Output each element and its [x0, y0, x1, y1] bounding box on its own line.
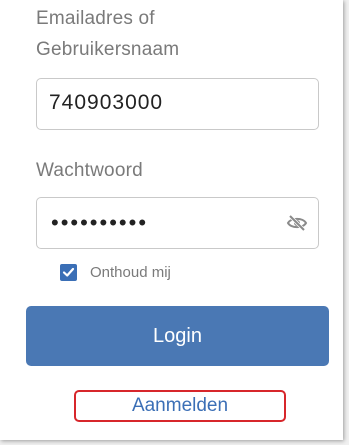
remember-label: Onthoud mij [90, 263, 171, 281]
password-label: Wachtwoord [36, 160, 143, 181]
username-label: Emailadres of Gebruikersnaam [36, 8, 180, 60]
password-input[interactable]: •••••••••• [36, 197, 319, 249]
eye-slash-icon[interactable] [286, 214, 308, 232]
password-value: •••••••••• [51, 210, 149, 235]
username-value: 740903000 [49, 91, 164, 114]
username-input[interactable]: 740903000 [36, 78, 319, 130]
login-button[interactable]: Login [26, 306, 329, 366]
remember-checkbox[interactable] [60, 263, 77, 281]
remember-me[interactable]: Onthoud mij [60, 262, 171, 282]
register-link[interactable]: Aanmelden [74, 390, 286, 422]
login-card: Emailadres of Gebruikersnaam 740903000 W… [0, 0, 343, 440]
